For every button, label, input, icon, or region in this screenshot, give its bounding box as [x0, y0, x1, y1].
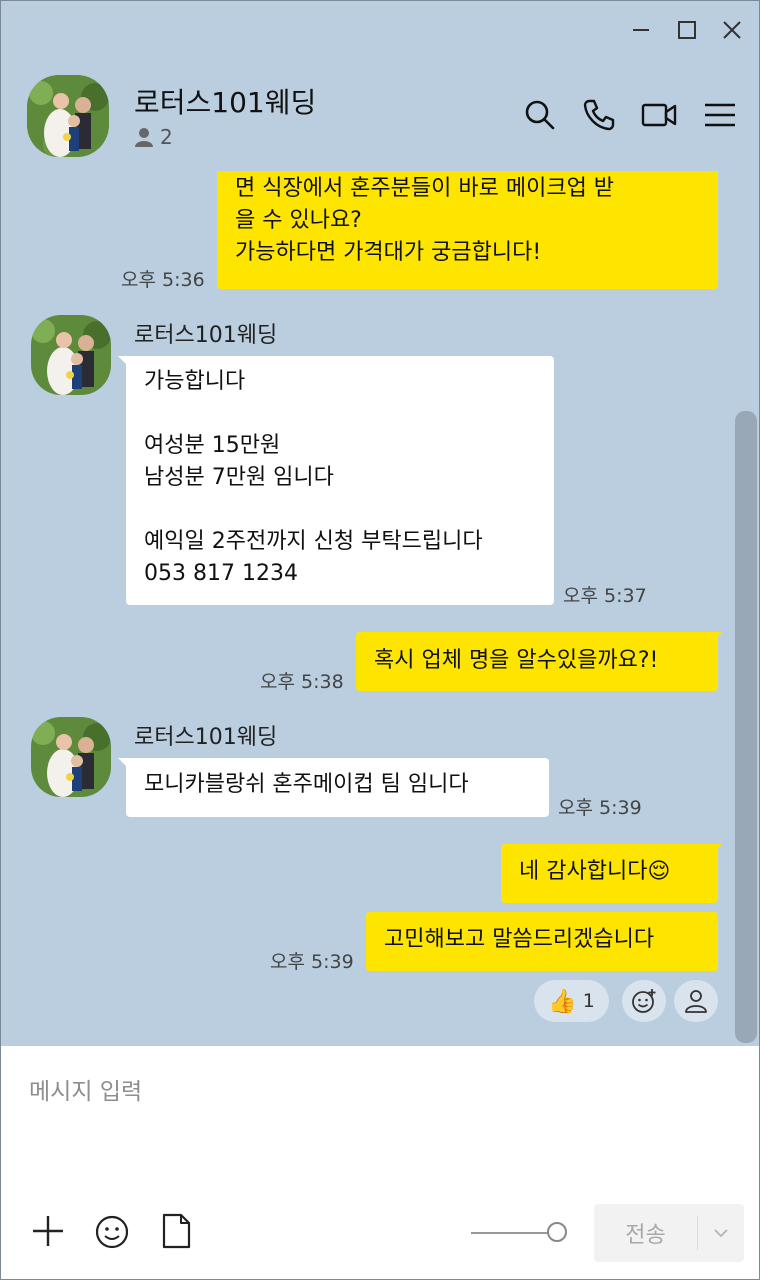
message-time: 오후 5:38: [260, 671, 344, 693]
message-time: 오후 5:36: [121, 269, 205, 291]
message-list[interactable]: 면 식장에서 혼주분들이 바로 메이크업 받 을 수 있나요? 가능하다면 가격…: [1, 171, 759, 1046]
message-input[interactable]: 메시지 입력: [29, 1072, 142, 1106]
chevron-down-icon[interactable]: [698, 1224, 744, 1242]
send-button[interactable]: 전송: [594, 1204, 744, 1262]
search-icon[interactable]: [522, 97, 558, 133]
sender-name: 로터스101웨딩: [134, 323, 278, 348]
their-message-bubble[interactable]: 가능합니다 여성분 15만원 남성분 7만원 임니다 예익일 2주전까지 신청 …: [126, 356, 554, 605]
add-emoji-icon: [632, 989, 656, 1013]
chat-room-title: 로터스101웨딩: [134, 86, 317, 119]
their-message-bubble[interactable]: 모니카블랑쉬 혼주메이컵 팀 임니다: [126, 758, 549, 817]
maximize-icon[interactable]: [672, 15, 702, 45]
close-icon[interactable]: [717, 15, 747, 45]
send-label: 전송: [625, 1223, 666, 1248]
chat-room-avatar[interactable]: [27, 75, 109, 157]
my-message-bubble[interactable]: 혹시 업체 명을 알수있을까요?!: [356, 632, 718, 691]
chat-window: 로터스101웨딩 2 면 식장에서 혼주분들이 바로 메이크업 받 을 수 있나…: [0, 0, 760, 1280]
emoticon-icon[interactable]: [92, 1211, 132, 1251]
file-icon[interactable]: [156, 1211, 196, 1251]
scrollbar-thumb[interactable]: [735, 411, 757, 1043]
my-message-bubble[interactable]: 네 감사합니다😌: [501, 844, 718, 903]
opacity-slider-knob[interactable]: [547, 1222, 567, 1242]
minimize-icon[interactable]: [626, 15, 656, 45]
thumbs-up-reaction[interactable]: 👍 1: [534, 980, 609, 1022]
chat-header: 로터스101웨딩 2: [1, 61, 759, 171]
member-count-value: 2: [160, 125, 173, 149]
phone-icon[interactable]: [581, 97, 617, 133]
menu-icon[interactable]: [702, 97, 738, 133]
thumbs-up-icon: 👍: [548, 988, 577, 1015]
sender-name: 로터스101웨딩: [134, 725, 278, 750]
sender-avatar[interactable]: [31, 315, 111, 395]
my-message-bubble[interactable]: 고민해보고 말씀드리겠습니다: [366, 912, 718, 971]
message-time: 오후 5:39: [558, 797, 642, 819]
my-message-bubble[interactable]: 면 식장에서 혼주분들이 바로 메이크업 받 을 수 있나요? 가능하다면 가격…: [217, 171, 718, 289]
person-icon: [135, 128, 153, 147]
sender-avatar[interactable]: [31, 717, 111, 797]
opacity-slider-track[interactable]: [471, 1232, 557, 1234]
add-reaction-button[interactable]: [622, 980, 666, 1022]
member-count[interactable]: 2: [134, 125, 173, 149]
message-time: 오후 5:39: [270, 951, 354, 973]
message-time: 오후 5:37: [563, 585, 647, 607]
video-icon[interactable]: [641, 97, 677, 133]
plus-icon[interactable]: [28, 1211, 68, 1251]
person-outline-icon: [685, 990, 707, 1013]
reaction-count: 1: [582, 990, 595, 1012]
reaction-members-button[interactable]: [674, 980, 718, 1022]
